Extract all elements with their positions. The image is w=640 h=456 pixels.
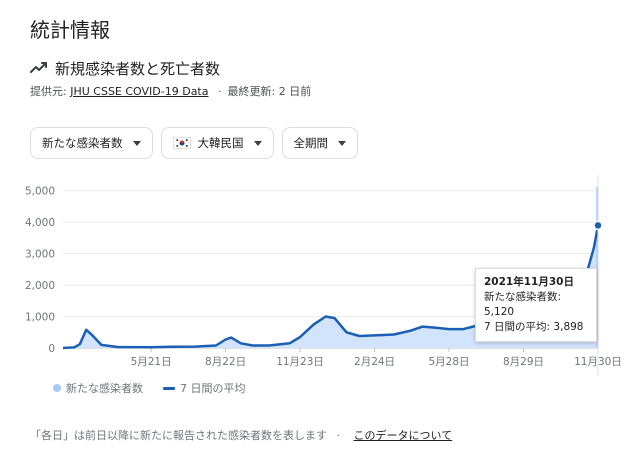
tooltip-cases-value: 5,120 (484, 306, 515, 318)
source-separator: · (218, 85, 222, 98)
x-tick-label: 8月22日 (205, 356, 246, 368)
region-dropdown[interactable]: 大韓民国 (160, 127, 274, 159)
trending-up-icon (30, 62, 47, 73)
x-tick-label: 2月24日 (354, 356, 395, 368)
source-info: 提供元: JHU CSSE COVID-19 Data · 最終更新: 2 日前 (30, 83, 311, 99)
page-title: 統計情報 (30, 18, 110, 42)
tooltip-average-value: 3,898 (553, 321, 584, 333)
x-tick-label: 5月28日 (429, 356, 470, 368)
south-korea-flag-icon (172, 137, 191, 149)
source-link[interactable]: JHU CSSE COVID-19 Data (70, 85, 208, 98)
stats-heading: 新規感染者数と死亡者数 (30, 56, 220, 80)
tooltip-average-row: 7 日間の平均: 3,898 (484, 321, 584, 333)
x-tick-label: 8月29日 (503, 356, 544, 368)
metric-dropdown-label: 新たな感染者数 (42, 136, 123, 150)
footnote-separator: · (336, 429, 341, 442)
y-tick-label: 2,000 (25, 280, 55, 292)
tooltip-date: 2021年11月30日 (484, 276, 574, 288)
footnote-text: 「各日」は前日以降に新たに報告された感染者数を表します (30, 429, 327, 442)
period-dropdown[interactable]: 全期間 (281, 127, 358, 159)
y-tick-label: 5,000 (25, 186, 55, 198)
legend-cases-swatch (53, 384, 61, 392)
legend-cases-label: 新たな感染者数 (66, 382, 143, 395)
y-tick-label: 4,000 (25, 217, 55, 229)
legend-average-swatch (163, 386, 175, 390)
tooltip-cases-label: 新たな感染者数 (484, 291, 558, 303)
y-tick-label: 0 (48, 343, 55, 355)
filter-bar: 新たな感染者数 大韓民国 全期間 (30, 127, 358, 159)
about-data-link[interactable]: このデータについて (354, 429, 453, 442)
caret-down-icon (338, 140, 346, 146)
caret-down-icon (253, 140, 262, 146)
legend-average-label: 7 日間の平均 (180, 382, 246, 395)
source-prefix: 提供元: (30, 85, 67, 98)
tooltip-cases-row: 新たな感染者数: 5,120 (484, 291, 562, 318)
x-tick-label: 5月21日 (131, 356, 172, 368)
chart-tooltip: 2021年11月30日 新たな感染者数: 5,120 7 日間の平均: 3,89… (475, 268, 597, 342)
metric-dropdown[interactable]: 新たな感染者数 (30, 127, 153, 159)
caret-down-icon (132, 140, 141, 146)
hover-point (593, 220, 603, 231)
footnote: 「各日」は前日以降に新たに報告された感染者数を表します · このデータについて (30, 427, 452, 443)
tooltip-average-label: 7 日間の平均 (484, 321, 547, 333)
chart-legend: 新たな感染者数 7 日間の平均 (53, 380, 246, 396)
x-tick-label: 11月23日 (276, 356, 324, 368)
chart-subtitle: 新規感染者数と死亡者数 (55, 59, 221, 78)
y-tick-label: 3,000 (25, 249, 55, 261)
last-updated: 最終更新: 2 日前 (227, 85, 312, 98)
y-tick-label: 1,000 (25, 312, 55, 324)
region-dropdown-label: 大韓民国 (197, 136, 244, 150)
period-dropdown-label: 全期間 (293, 136, 329, 150)
